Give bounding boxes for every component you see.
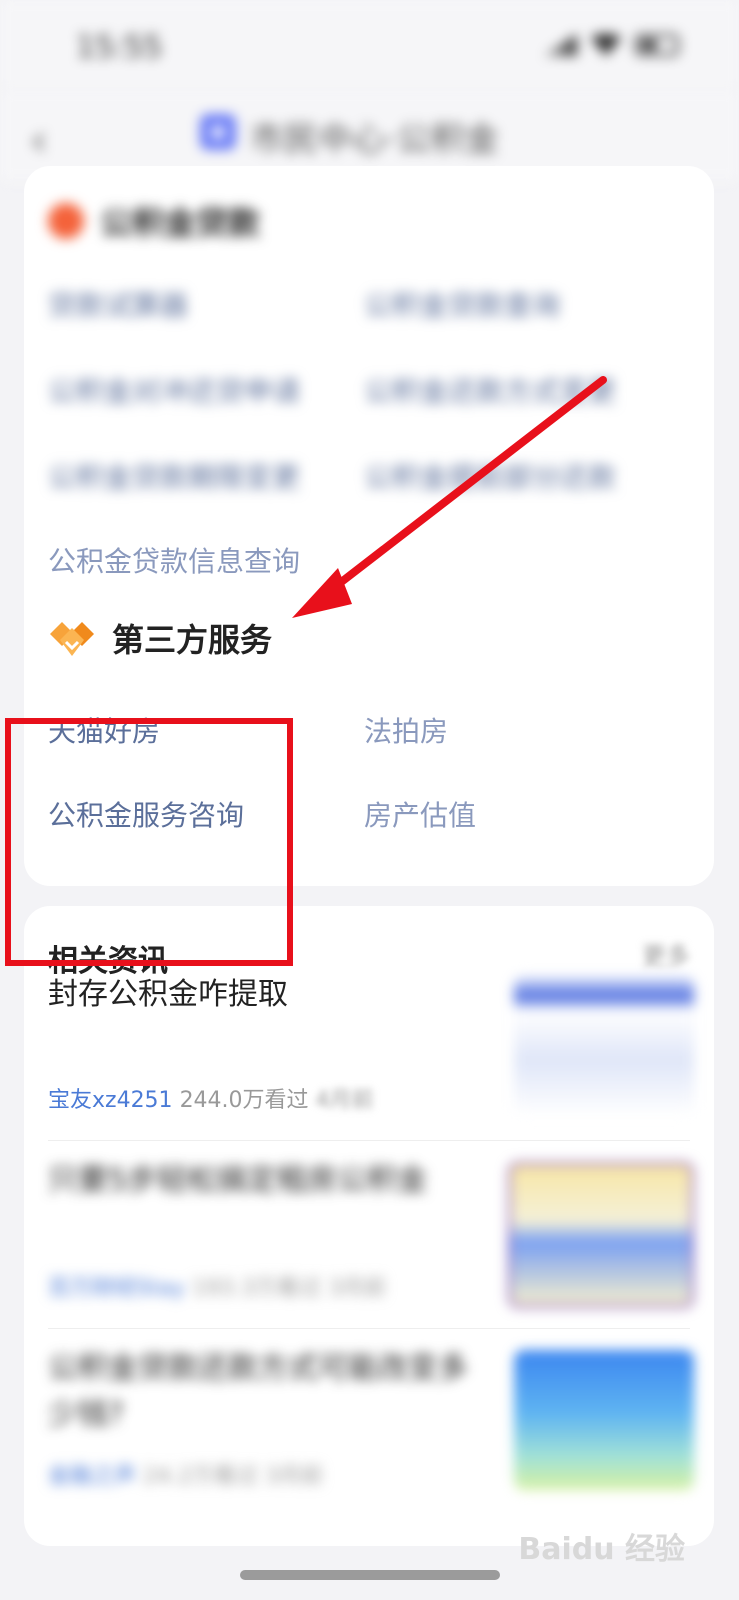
watermark: Baidu 经验: [518, 1532, 685, 1567]
home-indicator[interactable]: [240, 1570, 500, 1580]
annotation-arrow-icon: [292, 376, 607, 618]
